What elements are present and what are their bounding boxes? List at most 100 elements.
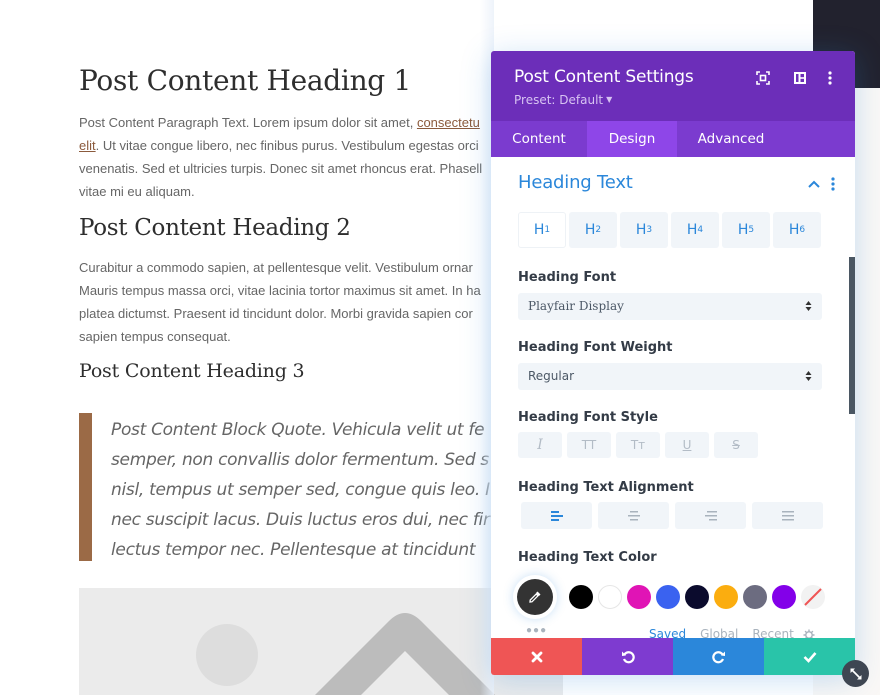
italic-button[interactable]: I — [518, 432, 562, 458]
tab-content[interactable]: Content — [491, 121, 587, 157]
more-colors-icon[interactable]: ●●● — [526, 625, 547, 636]
post-heading-3: Post Content Heading 3 — [79, 360, 305, 382]
no-color-icon — [804, 588, 822, 606]
quote-line: semper, non convallis dolor fermentum. S… — [111, 450, 489, 470]
heading-tab-h4[interactable]: H4 — [671, 212, 719, 248]
underline-button[interactable]: U — [665, 432, 709, 458]
post-paragraph-2: Curabitur a commodo sapien, at pellentes… — [79, 256, 481, 348]
heading-font-select[interactable]: Playfair Display — [518, 293, 822, 320]
split-view-icon[interactable] — [790, 68, 810, 88]
tab-advanced[interactable]: Advanced — [677, 121, 785, 157]
uppercase-icon: TT — [581, 438, 597, 452]
preset-label: Preset: Default — [514, 93, 604, 107]
paragraph-text: vitae mi eu aliquam. — [79, 184, 195, 199]
close-icon — [531, 651, 542, 662]
eyedropper-button[interactable] — [513, 575, 557, 619]
cancel-button[interactable] — [491, 638, 582, 675]
paragraph-text: platea dictumst. Praesent id tincidunt d… — [79, 306, 473, 321]
strikethrough-button[interactable]: S — [714, 432, 758, 458]
uppercase-button[interactable]: TT — [567, 432, 611, 458]
quote-line: nisl, tempus ut semper sed, congue quis … — [111, 480, 490, 500]
italic-icon: I — [537, 437, 543, 453]
paragraph-text: sapien tempus consequat. — [79, 329, 231, 344]
quote-line: nec suscipit lacus. Duis luctus eros dui… — [111, 510, 490, 530]
swatch-white[interactable] — [598, 585, 622, 609]
capitalize-button[interactable]: Tт — [616, 432, 660, 458]
capitalize-icon: Tт — [630, 438, 646, 452]
preset-dropdown[interactable]: Preset: Default ▼ — [514, 93, 612, 107]
paragraph-text: . Ut vitae congue libero, nec finibus pu… — [95, 138, 479, 153]
swatch-blue[interactable] — [656, 585, 680, 609]
undo-button[interactable] — [582, 638, 673, 675]
chevron-up-icon[interactable] — [807, 177, 821, 189]
strikethrough-icon: S — [732, 438, 740, 452]
heading-tab-label: H — [533, 222, 545, 238]
color-swatches — [569, 585, 825, 609]
eyedropper-icon — [529, 591, 541, 603]
heading-tab-label: H — [584, 222, 596, 238]
quote-line: lectus tempor nec. Pellentesque at tinci… — [111, 540, 476, 560]
section-title[interactable]: Heading Text — [518, 172, 633, 193]
heading-level-tabs: H1 H2 H3 H4 H5 H6 — [518, 212, 821, 248]
heading-tab-h5[interactable]: H5 — [722, 212, 770, 248]
quote-line: Post Content Block Quote. Vehicula velit… — [111, 420, 485, 440]
underline-icon: U — [682, 438, 692, 452]
align-justify-button[interactable] — [752, 502, 823, 529]
paragraph-text: Post Content Paragraph Text. Lorem ipsum… — [79, 115, 417, 130]
modal-header: Post Content Settings Preset: Default ▼ — [491, 51, 855, 121]
align-justify-icon — [781, 510, 794, 520]
save-button[interactable] — [764, 638, 855, 675]
more-vertical-icon[interactable] — [820, 68, 840, 88]
swatch-none[interactable] — [801, 585, 825, 609]
undo-icon — [621, 650, 635, 663]
align-right-button[interactable] — [675, 502, 746, 529]
resize-handle[interactable] — [842, 660, 869, 687]
paragraph-link-continued[interactable]: elit — [79, 138, 96, 153]
paragraph-link[interactable]: consectetu — [417, 115, 480, 130]
heading-tab-label: H — [788, 222, 800, 238]
redo-button[interactable] — [673, 638, 764, 675]
heading-text-alignment-label: Heading Text Alignment — [518, 480, 694, 495]
scrollbar[interactable] — [849, 257, 855, 414]
align-left-button[interactable] — [521, 502, 592, 529]
modal-footer — [491, 638, 855, 675]
select-arrows-icon — [805, 301, 812, 311]
section-more-icon[interactable] — [829, 176, 837, 192]
heading-font-value: Playfair Display — [528, 299, 624, 313]
resize-icon — [850, 668, 861, 679]
heading-tab-h3[interactable]: H3 — [620, 212, 668, 248]
heading-font-weight-label: Heading Font Weight — [518, 340, 673, 355]
align-left-icon — [550, 510, 563, 521]
tab-design[interactable]: Design — [587, 121, 677, 157]
swatch-black[interactable] — [569, 585, 593, 609]
heading-tab-h6[interactable]: H6 — [773, 212, 821, 248]
swatch-magenta[interactable] — [627, 585, 651, 609]
swatch-orange[interactable] — [714, 585, 738, 609]
check-icon — [803, 651, 816, 663]
focus-icon[interactable] — [753, 68, 773, 88]
heading-font-style-label: Heading Font Style — [518, 410, 658, 425]
align-center-icon — [627, 510, 640, 520]
alignment-buttons — [521, 502, 823, 529]
paragraph-text: Curabitur a commodo sapien, at pellentes… — [79, 260, 473, 275]
heading-font-weight-value: Regular — [528, 369, 575, 383]
heading-font-weight-select[interactable]: Regular — [518, 363, 822, 390]
modal-body: Heading Text H1 H2 H3 H4 H5 H6 Heading F… — [491, 157, 855, 638]
heading-tab-level: 1 — [544, 225, 551, 235]
post-paragraph-1: Post Content Paragraph Text. Lorem ipsum… — [79, 111, 482, 203]
post-heading-2: Post Content Heading 2 — [79, 215, 351, 241]
modal-title: Post Content Settings — [514, 67, 694, 87]
heading-tab-level: 4 — [697, 225, 704, 235]
heading-font-label: Heading Font — [518, 270, 617, 285]
heading-tab-h1[interactable]: H1 — [518, 212, 566, 248]
align-center-button[interactable] — [598, 502, 669, 529]
blockquote-border — [79, 413, 92, 561]
heading-tab-label: H — [635, 222, 647, 238]
swatch-purple[interactable] — [772, 585, 796, 609]
swatch-navy[interactable] — [685, 585, 709, 609]
heading-tab-label: H — [686, 222, 698, 238]
heading-tab-level: 5 — [748, 225, 755, 235]
swatch-gray[interactable] — [743, 585, 767, 609]
heading-tab-h2[interactable]: H2 — [569, 212, 617, 248]
heading-text-color-label: Heading Text Color — [518, 550, 657, 565]
